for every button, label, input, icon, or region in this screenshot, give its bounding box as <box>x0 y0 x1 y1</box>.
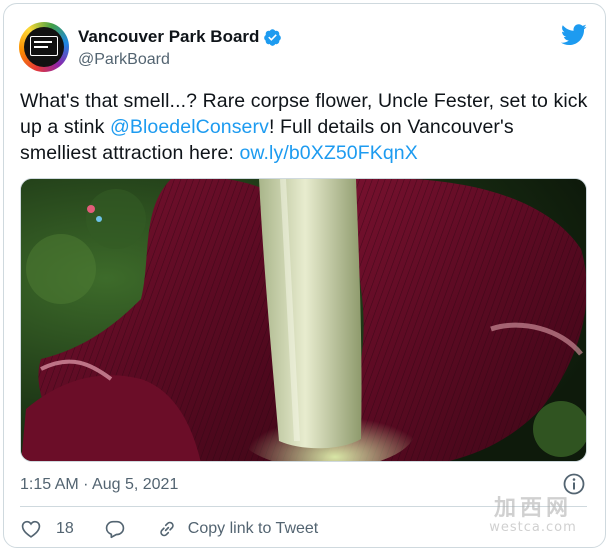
park-board-logo-icon <box>30 36 58 56</box>
reply-button[interactable] <box>104 518 126 540</box>
site-watermark: 加西网 westca.com <box>478 490 588 535</box>
twitter-bird-icon[interactable] <box>561 24 587 46</box>
tweet-media-image[interactable] <box>20 178 587 462</box>
url-link[interactable]: ow.ly/b0XZ50FKqnX <box>239 142 417 164</box>
mention-link[interactable]: @BloedelConserv <box>110 116 269 138</box>
reply-bubble-icon <box>105 520 125 539</box>
author-handle[interactable]: @ParkBoard <box>78 51 170 69</box>
watermark-chinese: 加西网 <box>493 496 572 521</box>
tweet-text: What's that smell...? Rare corpse flower… <box>20 88 595 166</box>
action-bar: 18 Copy link to Tweet <box>20 514 318 544</box>
copy-link-label: Copy link to Tweet <box>187 520 319 537</box>
heart-icon <box>21 520 41 538</box>
author-name-row[interactable]: Vancouver Park Board <box>78 27 282 47</box>
link-icon <box>160 521 174 537</box>
copy-link-button[interactable]: Copy link to Tweet <box>156 518 318 540</box>
avatar[interactable] <box>19 22 69 72</box>
corpse-flower-photo <box>21 179 586 461</box>
watermark-english: westca.com <box>489 520 577 535</box>
like-button[interactable]: 18 <box>20 518 74 540</box>
display-name[interactable]: Vancouver Park Board <box>78 27 259 47</box>
verified-badge-icon <box>264 28 282 46</box>
like-count: 18 <box>56 520 74 537</box>
tweet-timestamp[interactable]: 1:15 AM · Aug 5, 2021 <box>20 476 178 494</box>
